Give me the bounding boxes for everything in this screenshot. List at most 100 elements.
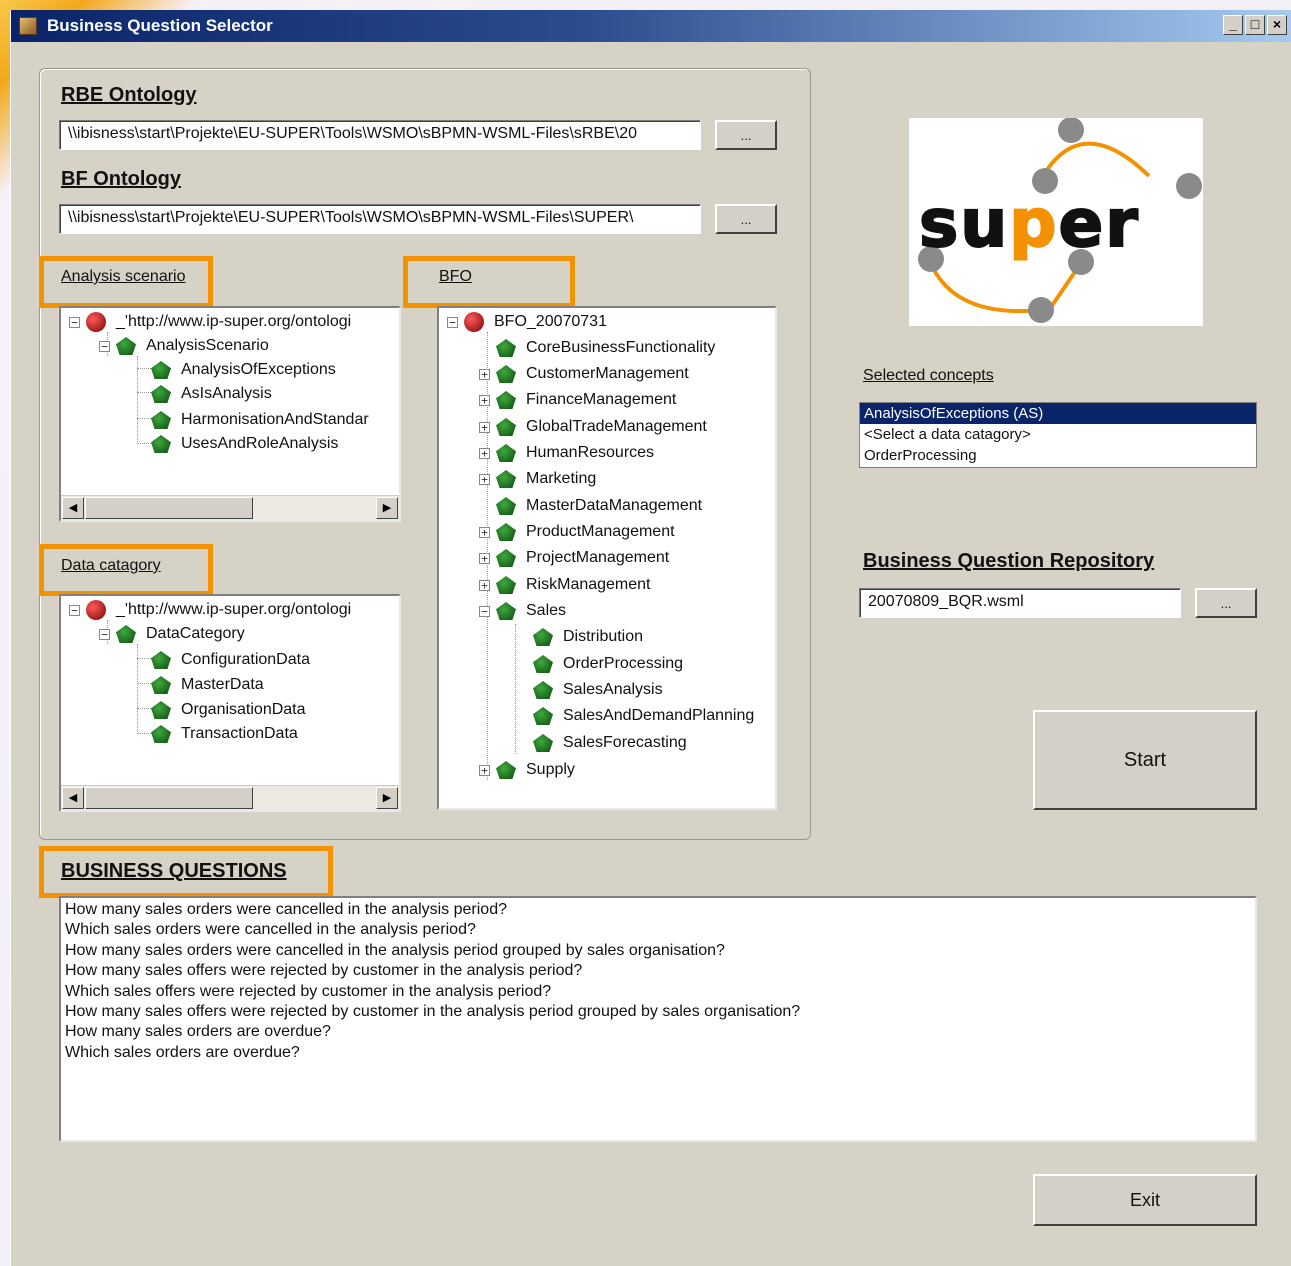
svg-text:super: super bbox=[919, 185, 1140, 262]
bf-path-field[interactable]: \\ibisness\start\Projekte\EU-SUPER\Tools… bbox=[59, 204, 701, 234]
tree-node[interactable]: AsIsAnalysis bbox=[151, 382, 272, 406]
close-button[interactable]: × bbox=[1267, 15, 1287, 35]
question-item[interactable]: How many sales orders were cancelled in … bbox=[65, 900, 1251, 920]
app-icon bbox=[19, 17, 37, 35]
tree-node[interactable]: − _'http://www.ip-super.org/ontologi bbox=[69, 598, 351, 622]
data-category-highlight-box bbox=[39, 544, 213, 596]
scroll-thumb[interactable] bbox=[85, 497, 253, 519]
rbe-path-field[interactable]: \\ibisness\start\Projekte\EU-SUPER\Tools… bbox=[59, 120, 701, 150]
tree-node[interactable]: TransactionData bbox=[151, 722, 298, 746]
question-item[interactable]: Which sales orders are overdue? bbox=[65, 1043, 1251, 1063]
concept-icon bbox=[496, 339, 516, 357]
window-controls: _ □ × bbox=[1223, 15, 1287, 35]
scroll-left-icon[interactable]: ◀ bbox=[62, 497, 84, 519]
window-title: Business Question Selector bbox=[47, 16, 273, 35]
tree-node[interactable]: OrderProcessing bbox=[533, 652, 683, 676]
app-window: Business Question Selector _ □ × RBE Ont… bbox=[10, 10, 1291, 1266]
question-item[interactable]: How many sales offers were rejected by c… bbox=[65, 1002, 1251, 1022]
question-item[interactable]: Which sales offers were rejected by cust… bbox=[65, 982, 1251, 1002]
tree-node[interactable]: + ProductManagement bbox=[479, 520, 675, 544]
scroll-right-icon[interactable]: ▶ bbox=[376, 497, 398, 519]
rbe-browse-button[interactable]: ... bbox=[715, 120, 777, 150]
data-category-tree: − _'http://www.ip-super.org/ontologi − Dat… bbox=[61, 596, 399, 784]
expand-icon[interactable]: + bbox=[479, 579, 490, 591]
collapse-icon: − bbox=[99, 340, 110, 352]
tree-node[interactable]: MasterDataManagement bbox=[479, 494, 702, 518]
business-questions-list[interactable]: How many sales orders were cancelled in … bbox=[59, 896, 1257, 1142]
analysis-tree-panel: − _'http://www.ip-super.org/ontologi − Ana… bbox=[59, 306, 401, 522]
analysis-tree: − _'http://www.ip-super.org/ontologi − Ana… bbox=[61, 308, 399, 494]
tree-node[interactable]: OrganisationData bbox=[151, 698, 306, 722]
ontology-root-icon bbox=[86, 312, 106, 332]
concept-icon bbox=[116, 625, 136, 643]
tree-node[interactable]: HarmonisationAndStandar bbox=[151, 408, 369, 432]
question-item[interactable]: How many sales orders were cancelled in … bbox=[65, 941, 1251, 961]
concept-icon bbox=[151, 385, 171, 403]
tree-node[interactable]: − DataCategory bbox=[99, 622, 245, 646]
bf-browse-button[interactable]: ... bbox=[715, 204, 777, 234]
concept-icon bbox=[151, 411, 171, 429]
start-button[interactable]: Start bbox=[1033, 710, 1257, 810]
concept-icon bbox=[496, 470, 516, 488]
scroll-thumb[interactable] bbox=[85, 787, 253, 809]
concept-icon bbox=[496, 418, 516, 436]
tree-node[interactable]: + FinanceManagement bbox=[479, 388, 676, 412]
expand-icon[interactable]: + bbox=[479, 447, 490, 459]
tree-node[interactable]: + ProjectManagement bbox=[479, 546, 669, 570]
selected-concepts-list[interactable]: AnalysisOfExceptions (AS) <Select a data… bbox=[859, 402, 1257, 468]
tree-node[interactable]: − BFO_20070731 bbox=[447, 310, 607, 334]
repository-file-field[interactable]: 20070809_BQR.wsml bbox=[859, 588, 1181, 618]
concept-icon bbox=[496, 549, 516, 567]
expand-icon[interactable]: + bbox=[479, 764, 490, 776]
tree-node[interactable]: UsesAndRoleAnalysis bbox=[151, 432, 338, 456]
concept-icon bbox=[533, 734, 553, 752]
bfo-tree-panel: − BFO_20070731 CoreBusinessFunctionality … bbox=[437, 306, 777, 810]
concept-icon bbox=[151, 435, 171, 453]
tree-node[interactable]: + HumanResources bbox=[479, 441, 654, 465]
concept-icon bbox=[151, 725, 171, 743]
maximize-button[interactable]: □ bbox=[1245, 15, 1265, 35]
tree-node[interactable]: AnalysisOfExceptions bbox=[151, 358, 336, 382]
tree-node[interactable]: SalesForecasting bbox=[533, 731, 687, 755]
super-logo-graphic: super bbox=[918, 117, 1202, 323]
selected-concepts-label: Selected concepts bbox=[863, 367, 994, 384]
expand-icon[interactable]: + bbox=[479, 473, 490, 485]
tree-node[interactable]: + CustomerManagement bbox=[479, 362, 689, 386]
concept-icon bbox=[533, 681, 553, 699]
collapse-icon[interactable]: − bbox=[479, 605, 490, 617]
list-item[interactable]: OrderProcessing bbox=[860, 445, 1256, 466]
expand-icon[interactable]: + bbox=[479, 552, 490, 564]
tree-node[interactable]: + GlobalTradeManagement bbox=[479, 415, 707, 439]
exit-button[interactable]: Exit bbox=[1033, 1174, 1257, 1226]
tree-node[interactable]: − _'http://www.ip-super.org/ontologi bbox=[69, 310, 351, 334]
scroll-right-icon[interactable]: ▶ bbox=[376, 787, 398, 809]
horizontal-scrollbar[interactable]: ◀ ▶ bbox=[61, 785, 399, 810]
tree-node[interactable]: Distribution bbox=[533, 625, 643, 649]
horizontal-scrollbar[interactable]: ◀ ▶ bbox=[61, 495, 399, 520]
tree-node[interactable]: + Supply bbox=[479, 758, 575, 782]
tree-node[interactable]: SalesAndDemandPlanning bbox=[533, 704, 754, 728]
tree-node[interactable]: ConfigurationData bbox=[151, 648, 310, 672]
minimize-button[interactable]: _ bbox=[1223, 15, 1243, 35]
repository-browse-button[interactable]: ... bbox=[1195, 588, 1257, 618]
question-item[interactable]: How many sales orders are overdue? bbox=[65, 1022, 1251, 1042]
question-item[interactable]: Which sales orders were cancelled in the… bbox=[65, 920, 1251, 940]
tree-node[interactable]: CoreBusinessFunctionality bbox=[479, 336, 715, 360]
question-item[interactable]: How many sales offers were rejected by c… bbox=[65, 961, 1251, 981]
tree-node[interactable]: − AnalysisScenario bbox=[99, 334, 269, 358]
tree-node[interactable]: + RiskManagement bbox=[479, 573, 651, 597]
tree-node[interactable]: − Sales bbox=[479, 599, 566, 623]
list-item[interactable]: AnalysisOfExceptions (AS) bbox=[860, 403, 1256, 424]
expand-icon[interactable]: + bbox=[479, 526, 490, 538]
concept-icon bbox=[533, 707, 553, 725]
list-item[interactable]: <Select a data catagory> bbox=[860, 424, 1256, 445]
concept-icon bbox=[496, 444, 516, 462]
ontology-root-icon bbox=[464, 312, 484, 332]
expand-icon[interactable]: + bbox=[479, 368, 490, 380]
expand-icon[interactable]: + bbox=[479, 394, 490, 406]
tree-node[interactable]: + Marketing bbox=[479, 467, 596, 491]
tree-node[interactable]: SalesAnalysis bbox=[533, 678, 663, 702]
expand-icon[interactable]: + bbox=[479, 421, 490, 433]
scroll-left-icon[interactable]: ◀ bbox=[62, 787, 84, 809]
tree-node[interactable]: MasterData bbox=[151, 673, 264, 697]
